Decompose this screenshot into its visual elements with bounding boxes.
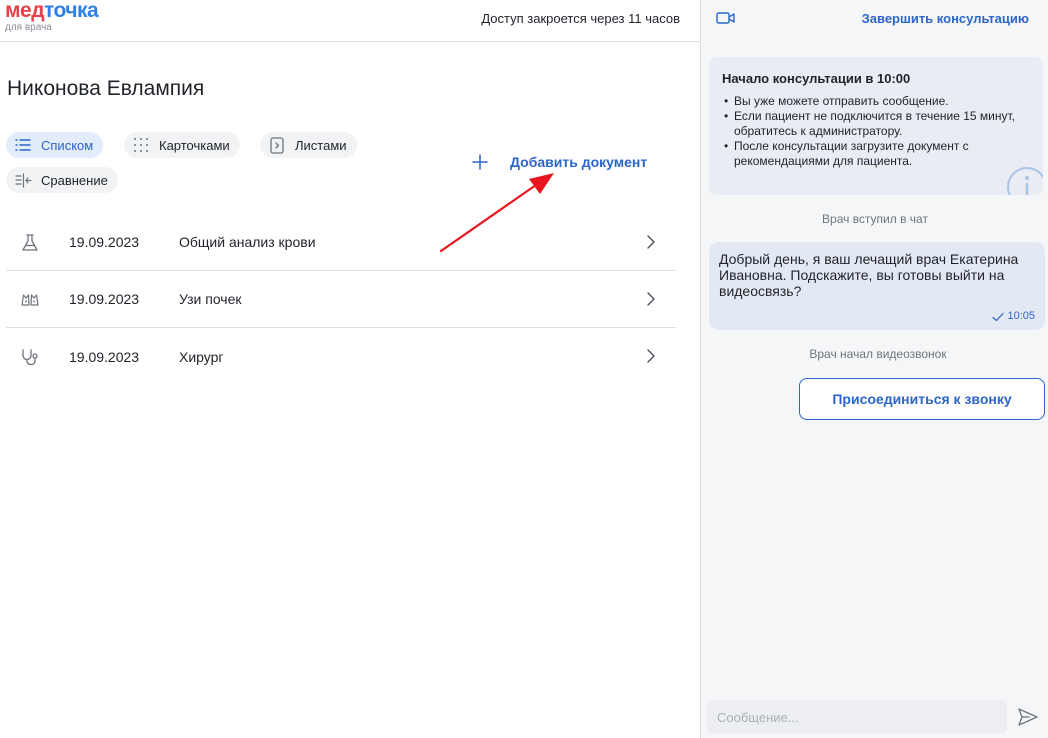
check-icon: [992, 311, 1005, 322]
video-camera-icon[interactable]: [715, 9, 737, 27]
compare-icon: [14, 171, 32, 189]
grid-dots-icon: [132, 136, 150, 154]
page-icon: [268, 136, 286, 154]
chevron-right-icon: [644, 234, 658, 250]
patient-name: Никонова Евлампия: [7, 77, 205, 100]
logo-part-red: мед: [5, 0, 45, 22]
document-row[interactable]: 19.09.2023 Хирург: [6, 328, 676, 385]
chat-panel: Завершить консультацию Начало консультац…: [700, 0, 1048, 738]
view-tab-list[interactable]: Списком: [6, 132, 104, 158]
view-tab-cards[interactable]: Карточками: [124, 132, 240, 158]
chevron-right-icon: [644, 348, 658, 364]
join-call-button[interactable]: Присоединиться к звонку: [799, 378, 1045, 420]
access-timer: Доступ закроется через 11 часов: [481, 11, 680, 26]
info-card-title: Начало консультации в 10:00: [722, 71, 911, 86]
view-tab-compare[interactable]: Сравнение: [6, 167, 118, 193]
top-bar: медточка для врача Доступ закроется чере…: [0, 0, 700, 42]
add-document-label: Добавить документ: [510, 154, 648, 170]
documents-panel: медточка для врача Доступ закроется чере…: [0, 0, 700, 738]
logo-wordmark: медточка: [5, 0, 99, 22]
plus-icon: [470, 152, 490, 172]
chat-message: Добрый день, я ваш лечащий врач Екатерин…: [709, 242, 1045, 330]
document-date: 19.09.2023: [69, 348, 140, 365]
document-date: 19.09.2023: [69, 291, 140, 307]
logo-subtitle: для врача: [5, 22, 52, 33]
stethoscope-icon: [20, 347, 40, 367]
info-card-item: Вы уже можете отправить сообщение.: [722, 94, 1031, 109]
chat-message-time: 10:05: [1007, 310, 1035, 322]
view-tab-label: Листами: [295, 137, 347, 153]
view-tab-label: Сравнение: [41, 172, 108, 188]
info-icon: [1005, 165, 1043, 195]
message-input[interactable]: [707, 700, 1007, 734]
view-tab-label: Списком: [41, 137, 94, 153]
add-document-button[interactable]: Добавить документ: [470, 150, 647, 174]
chat-message-text: Добрый день, я ваш лечащий врач Екатерин…: [719, 251, 1019, 299]
flask-icon: [20, 233, 40, 253]
document-title: Общий анализ крови: [179, 234, 316, 250]
view-tab-sheets[interactable]: Листами: [260, 132, 357, 158]
document-row[interactable]: 19.09.2023 Узи почек: [6, 271, 676, 328]
app-root: медточка для врача Доступ закроется чере…: [0, 0, 1048, 738]
document-date: 19.09.2023: [69, 234, 140, 250]
document-title: Хирург: [179, 348, 224, 365]
chat-message-meta: 10:05: [992, 308, 1035, 324]
document-row[interactable]: 19.09.2023 Общий анализ крови: [6, 214, 676, 271]
list-icon: [14, 136, 32, 154]
view-tab-label: Карточками: [159, 137, 230, 153]
logo-part-blue: точка: [44, 0, 99, 22]
info-card-item: Если пациент не подключится в течение 15…: [722, 109, 1031, 139]
document-title: Узи почек: [179, 291, 242, 307]
logo[interactable]: медточка для врача: [5, 0, 99, 33]
send-icon[interactable]: [1017, 707, 1039, 727]
chevron-right-icon: [644, 291, 658, 307]
chat-top-bar: Завершить консультацию: [701, 0, 1048, 42]
consultation-info-card: Начало консультации в 10:00 Вы уже может…: [709, 57, 1043, 195]
kidneys-icon: [20, 290, 40, 310]
document-list: 19.09.2023 Общий анализ крови 19.09.2023…: [6, 214, 676, 385]
end-consultation-button[interactable]: Завершить консультацию: [862, 11, 1029, 26]
system-message-video: Врач начал видеозвонок: [809, 347, 947, 361]
system-message-joined: Врач вступил в чат: [822, 212, 928, 226]
info-card-item: После консультации загрузите документ с …: [722, 139, 1031, 169]
info-card-list: Вы уже можете отправить сообщение. Если …: [722, 94, 1031, 169]
